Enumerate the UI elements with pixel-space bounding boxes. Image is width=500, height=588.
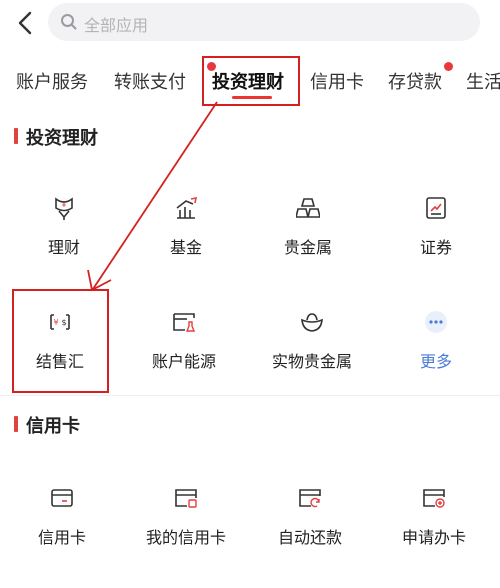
search-icon	[61, 14, 77, 30]
my-card-icon	[175, 489, 197, 508]
credit-card-icon	[51, 489, 73, 507]
grid-item-label: 贵金属	[283, 238, 332, 257]
grid-item-label: 信用卡	[37, 528, 86, 547]
grid-item-label: 实物贵金属	[271, 352, 352, 371]
grid-item-label: 我的信用卡	[145, 528, 226, 547]
section-divider	[0, 395, 500, 396]
tab-transfer-payment[interactable]: 转账支付	[114, 68, 186, 94]
tab-badge-dot	[444, 62, 453, 71]
grid-item-label: 基金	[169, 238, 202, 257]
grid-item-credit-card[interactable]: 信用卡	[2, 486, 122, 566]
grid-item-physical-metal[interactable]: 实物贵金属	[252, 310, 372, 390]
section-marker	[14, 416, 18, 432]
more-dots-icon	[425, 311, 447, 333]
grid-item-energy-account[interactable]: 账户能源	[124, 310, 244, 390]
grid-item-securities[interactable]: 证券	[376, 196, 496, 276]
tab-credit-card[interactable]: 信用卡	[310, 68, 364, 94]
grid-item-apply-card[interactable]: 申请办卡	[374, 486, 494, 566]
section-header-credit-card: 信用卡	[14, 412, 214, 437]
tab-deposit-loan[interactable]: 存贷款	[388, 68, 442, 94]
grid-item-label: 更多	[419, 352, 452, 371]
top-bar: 全部应用	[0, 0, 500, 46]
grid-item-fund[interactable]: 基金	[126, 196, 246, 276]
yuan-flower-icon: ¥	[55, 197, 73, 220]
chart-growth-icon	[176, 196, 198, 219]
ingot-icon	[301, 313, 323, 332]
search-placeholder: 全部应用	[84, 16, 149, 35]
apply-card-icon	[423, 489, 445, 508]
annotation-box-tab	[202, 56, 300, 106]
energy-account-icon	[173, 313, 196, 332]
grid-item-auto-repay[interactable]: 自动还款	[250, 486, 370, 566]
section-title: 投资理财	[26, 128, 98, 149]
grid-item-more[interactable]: 更多	[376, 310, 496, 390]
grid-item-label: 证券	[419, 238, 452, 257]
search-input[interactable]: 全部应用	[48, 3, 480, 41]
grid-item-label: 自动还款	[277, 528, 342, 547]
tab-life[interactable]: 生活	[466, 68, 500, 94]
section-title: 信用卡	[26, 416, 80, 437]
section-header-investment: 投资理财	[14, 124, 214, 149]
annotation-box-forex	[12, 289, 109, 393]
grid-item-label: 申请办卡	[401, 528, 466, 547]
auto-repay-icon	[299, 489, 321, 508]
stock-chart-icon	[426, 197, 446, 219]
svg-text:¥: ¥	[62, 201, 67, 209]
tab-account-services[interactable]: 账户服务	[16, 68, 88, 94]
section-marker	[14, 128, 18, 144]
gold-bars-icon	[296, 198, 320, 218]
grid-item-my-credit-card[interactable]: 我的信用卡	[126, 486, 246, 566]
back-arrow-icon[interactable]	[14, 10, 38, 36]
grid-item-label: 理财	[47, 238, 80, 257]
grid-item-wealth[interactable]: ¥ 理财	[4, 196, 124, 276]
grid-item-label: 账户能源	[151, 352, 216, 371]
grid-item-precious-metal[interactable]: 贵金属	[248, 196, 368, 276]
